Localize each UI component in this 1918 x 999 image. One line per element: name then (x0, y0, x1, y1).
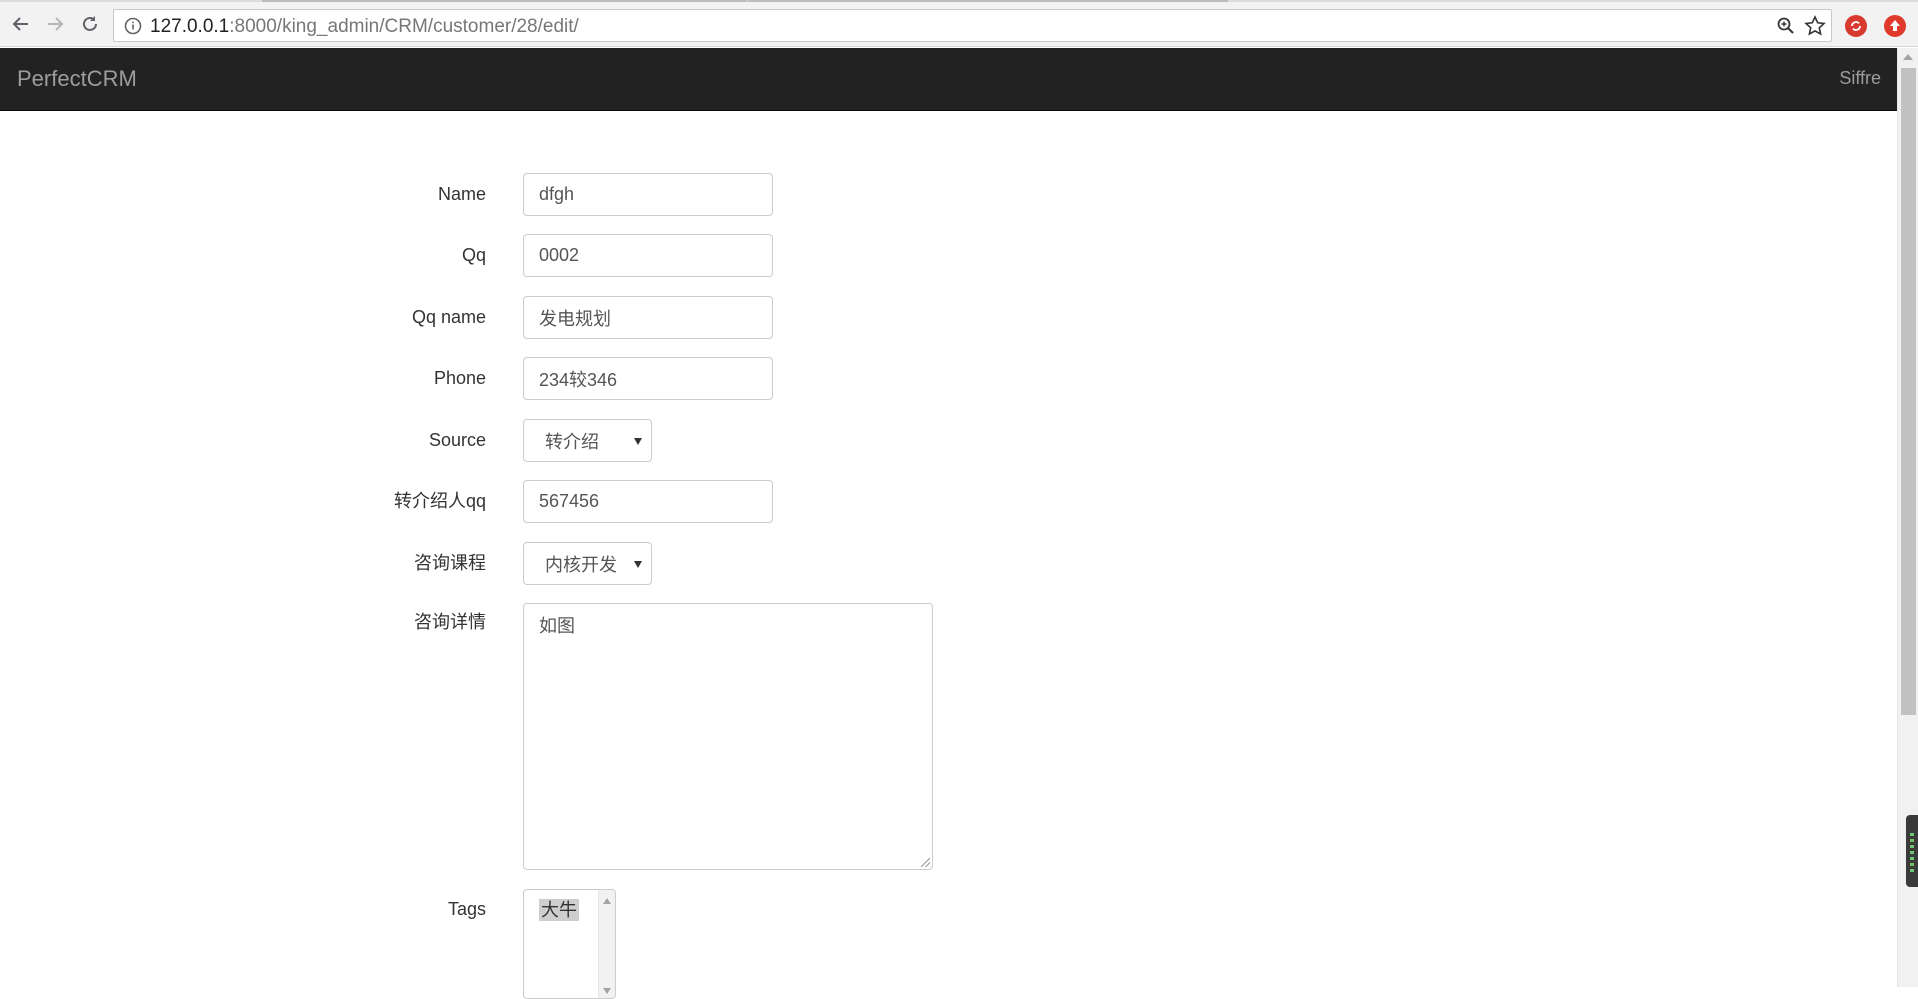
reload-icon (83, 16, 97, 31)
forward-button[interactable] (43, 12, 67, 36)
scroll-up-arrow-icon[interactable] (1903, 54, 1913, 60)
phone-input[interactable]: 234较346 (523, 357, 773, 400)
tags-label: Tags (447, 899, 486, 919)
arrow-left-icon (12, 17, 28, 31)
qq-name-input[interactable]: 发电规划 (523, 296, 773, 339)
consult-detail-label: 咨询详情 (414, 612, 486, 632)
navbar-user[interactable]: Siffre (1839, 68, 1881, 89)
consult-course-select[interactable]: 内核开发 (523, 542, 652, 585)
source-label: Source (428, 430, 486, 450)
consult-detail-textarea[interactable]: 如图 (523, 603, 933, 870)
source-select[interactable]: 转介绍 (523, 419, 652, 462)
scrollbar-thumb[interactable] (1901, 68, 1916, 715)
referral-qq-input[interactable]: 567456 (523, 480, 773, 523)
address-url[interactable]: 127.0.0.1:8000/king_admin/CRM/customer/2… (150, 16, 579, 38)
consult-detail-text: 如图 (539, 616, 575, 636)
caret-down-icon (634, 561, 642, 568)
tags-scrollbar[interactable] (598, 890, 615, 998)
reload-button[interactable] (78, 12, 102, 36)
arrow-right-icon (48, 17, 64, 31)
browser-toolbar: 127.0.0.1:8000/king_admin/CRM/customer/2… (0, 2, 1918, 47)
extension-icon[interactable] (1845, 15, 1867, 37)
side-widget[interactable] (1906, 815, 1918, 887)
source-selected-value: 转介绍 (545, 431, 599, 452)
name-label: Name (437, 184, 486, 204)
scroll-down-arrow-icon[interactable] (603, 988, 611, 994)
zoom-icon[interactable] (1776, 16, 1796, 36)
upload-circle-icon (1890, 20, 1900, 31)
resize-grip-icon[interactable] (921, 858, 930, 867)
url-host: 127.0.0.1 (150, 16, 230, 37)
consult-course-selected-value: 内核开发 (545, 554, 617, 575)
phone-label: Phone (433, 368, 486, 388)
top-navbar: PerfectCRM Siffre (0, 48, 1897, 111)
tags-multiselect[interactable]: 大牛 (523, 889, 616, 999)
tags-option[interactable]: 大牛 (539, 899, 579, 921)
refresh-circle-icon (1851, 21, 1861, 31)
name-input[interactable]: dfgh (523, 173, 773, 216)
back-button[interactable] (9, 12, 33, 36)
consult-course-label: 咨询课程 (414, 553, 486, 573)
info-icon[interactable] (124, 17, 142, 35)
qq-input[interactable]: 0002 (523, 234, 773, 277)
caret-down-icon (634, 438, 642, 445)
referral-qq-label: 转介绍人qq (393, 491, 486, 511)
bookmark-star-icon[interactable] (1804, 15, 1826, 37)
url-path: :8000/king_admin/CRM/customer/28/edit/ (229, 16, 579, 37)
qq-label: Qq (461, 245, 486, 265)
navbar-brand[interactable]: PerfectCRM (17, 66, 137, 92)
address-bar[interactable]: 127.0.0.1:8000/king_admin/CRM/customer/2… (113, 9, 1832, 42)
qq-name-label: Qq name (411, 307, 486, 327)
scroll-up-arrow-icon[interactable] (603, 898, 611, 904)
extension-icon[interactable] (1884, 15, 1906, 37)
